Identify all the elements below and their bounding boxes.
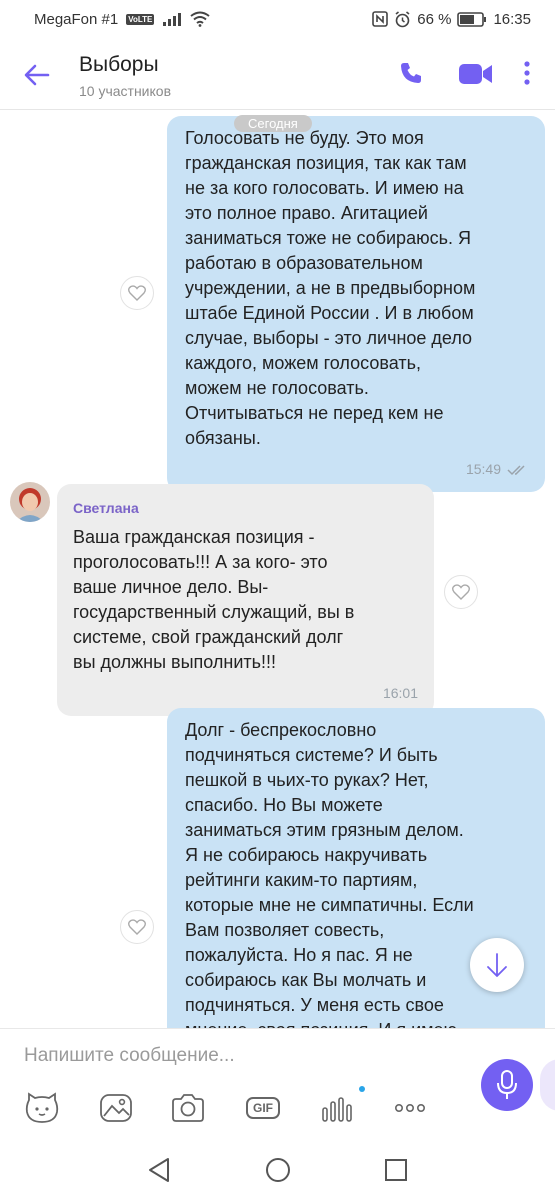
more-vertical-icon [524,61,530,85]
nav-recents-button[interactable] [382,1156,410,1184]
message-list[interactable]: Сегодня Голосовать не буду. Это моя граж… [0,110,555,1028]
gallery-button[interactable] [97,1091,135,1125]
more-horizontal-icon [394,1104,425,1113]
gif-icon: GIF [246,1097,280,1119]
audio-button[interactable] [317,1091,355,1125]
voice-message-button[interactable] [481,1059,533,1111]
nav-back-icon [149,1158,169,1182]
heart-icon [128,919,146,935]
signal-icon [162,12,182,26]
gif-label: GIF [253,1101,273,1115]
message-text: Ваша гражданская позиция - проголосовать… [73,527,355,672]
battery-percent: 66 % [417,10,452,28]
nav-home-button[interactable] [264,1156,292,1184]
mic-edge [540,1059,555,1111]
system-navigation-bar [0,1140,555,1200]
incoming-message[interactable]: Светлана Ваша гражданская позиция - прог… [57,484,434,716]
carrier-label: MegaFon #1 [34,10,119,28]
message-time: 16:01 [382,685,418,701]
status-bar: MegaFon #1 VoLTE 66 % 16:35 [0,0,555,38]
heart-icon [452,584,470,600]
microphone-icon [497,1070,517,1099]
nav-home-icon [266,1158,290,1182]
nfc-icon [372,11,389,27]
like-button[interactable] [444,575,478,609]
phone-icon [401,63,421,83]
like-button[interactable] [120,276,154,310]
like-button[interactable] [120,910,154,944]
avatar[interactable] [10,482,50,522]
message-input[interactable]: Напишите сообщение... [24,1045,235,1067]
outgoing-message[interactable]: Голосовать не буду. Это моя гражданская … [167,116,545,492]
chat-header: Выборы 10 участников [0,38,555,110]
scroll-to-bottom-button[interactable] [470,938,524,992]
back-button[interactable] [22,60,52,90]
alarm-icon [394,10,411,28]
camera-button[interactable] [169,1091,207,1125]
chat-title[interactable]: Выборы [79,53,159,77]
heart-icon [128,285,146,301]
camera-icon [172,1094,204,1122]
clock: 16:35 [493,10,531,28]
video-camera-icon [459,64,492,84]
sender-name[interactable]: Светлана [73,496,418,521]
more-tools-button[interactable] [391,1091,429,1125]
gif-button[interactable]: GIF [244,1091,282,1125]
message-text: Голосовать не буду. Это моя гражданская … [185,128,476,448]
call-button[interactable] [398,60,424,91]
wifi-icon [190,11,211,27]
battery-icon [457,11,487,27]
video-call-button[interactable] [458,61,494,92]
sticker-icon [25,1092,59,1123]
gallery-icon [100,1094,132,1122]
arrow-down-icon [487,953,507,977]
double-check-icon [507,464,525,475]
audio-waves-icon [322,1097,352,1122]
date-separator: Сегодня [234,115,312,132]
more-options-button[interactable] [522,60,532,91]
message-time: 15:49 [465,461,501,477]
notification-dot [359,1086,365,1092]
composer: Напишите сообщение... GIF [0,1028,555,1140]
nav-recents-icon [385,1159,407,1181]
sticker-button[interactable] [23,1091,61,1125]
arrow-left-icon [24,64,50,86]
chat-subtitle[interactable]: 10 участников [79,83,171,99]
volte-badge: VoLTE [126,13,155,25]
nav-back-button[interactable] [146,1156,174,1184]
